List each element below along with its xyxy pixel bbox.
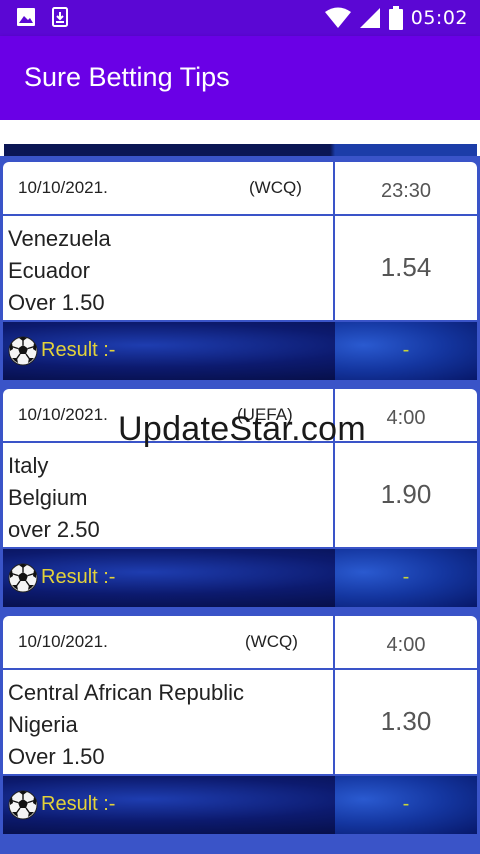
tip-time: 23:30 [380,180,432,202]
result-value: - [402,566,410,588]
result-value-cell: - [335,322,477,380]
team-away: Nigeria [8,712,78,737]
download-icon [52,7,68,27]
tip-match: Central African Republic Nigeria Over 1.… [3,670,333,774]
soccer-ball-icon [8,790,38,820]
status-bar: 05:02 [0,0,480,36]
team-home: Italy [8,453,49,478]
result-label: Result :- [41,793,116,815]
result-value: - [402,793,410,815]
team-away: Ecuador [8,258,90,283]
tips-list[interactable]: 10/10/2021. (WCQ) 23:30 Venezuela Ecuado… [0,120,480,854]
wifi-icon [324,7,351,28]
tip-league: (WCQ) [245,632,298,651]
tip-date: 10/10/2021. [18,405,108,424]
previous-card-result-bar [4,144,477,156]
tip-time-cell: 4:00 [335,616,477,668]
app-title: Sure Betting Tips [24,62,230,92]
result-label: Result :- [41,566,116,588]
signal-icon [359,8,380,28]
watermark: UpdateStar.com [118,410,366,448]
tip-market: Over 1.50 [8,744,105,769]
result-label: Result :- [41,339,116,361]
tip-date: 10/10/2021. [18,632,108,651]
tip-time: 4:00 [386,634,426,656]
battery-icon [388,6,403,30]
tip-card[interactable]: 10/10/2021. (WCQ) 23:30 Venezuela Ecuado… [0,158,480,382]
tip-time-cell: 23:30 [335,162,477,214]
tip-header: 10/10/2021. (WCQ) [3,616,333,668]
tip-match: Venezuela Ecuador Over 1.50 [3,216,333,320]
tip-card[interactable]: 10/10/2021. (WCQ) 4:00 Central African R… [0,612,480,836]
result-value-cell: - [335,549,477,607]
team-home: Venezuela [8,226,111,251]
tip-odds: 1.30 [380,706,432,736]
tip-odds-cell: 1.90 [335,443,477,547]
image-icon [17,8,35,26]
tip-league: (WCQ) [249,178,302,197]
clock: 05:02 [410,7,468,29]
tip-odds: 1.54 [380,252,432,282]
tip-market: Over 1.50 [8,290,105,315]
team-away: Belgium [8,485,88,510]
tip-odds: 1.90 [380,479,432,509]
previous-card-sliver [0,120,480,156]
tip-market: over 2.50 [8,517,100,542]
app-bar: Sure Betting Tips [0,36,480,120]
tip-date: 10/10/2021. [18,178,108,197]
team-home: Central African Republic [8,680,245,705]
result-value: - [402,339,410,361]
tip-match: Italy Belgium over 2.50 [3,443,333,547]
soccer-ball-icon [8,563,38,593]
tip-header: 10/10/2021. (WCQ) [3,162,333,214]
soccer-ball-icon [8,336,38,366]
tip-odds-cell: 1.54 [335,216,477,320]
result-value-cell: - [335,776,477,834]
tip-odds-cell: 1.30 [335,670,477,774]
